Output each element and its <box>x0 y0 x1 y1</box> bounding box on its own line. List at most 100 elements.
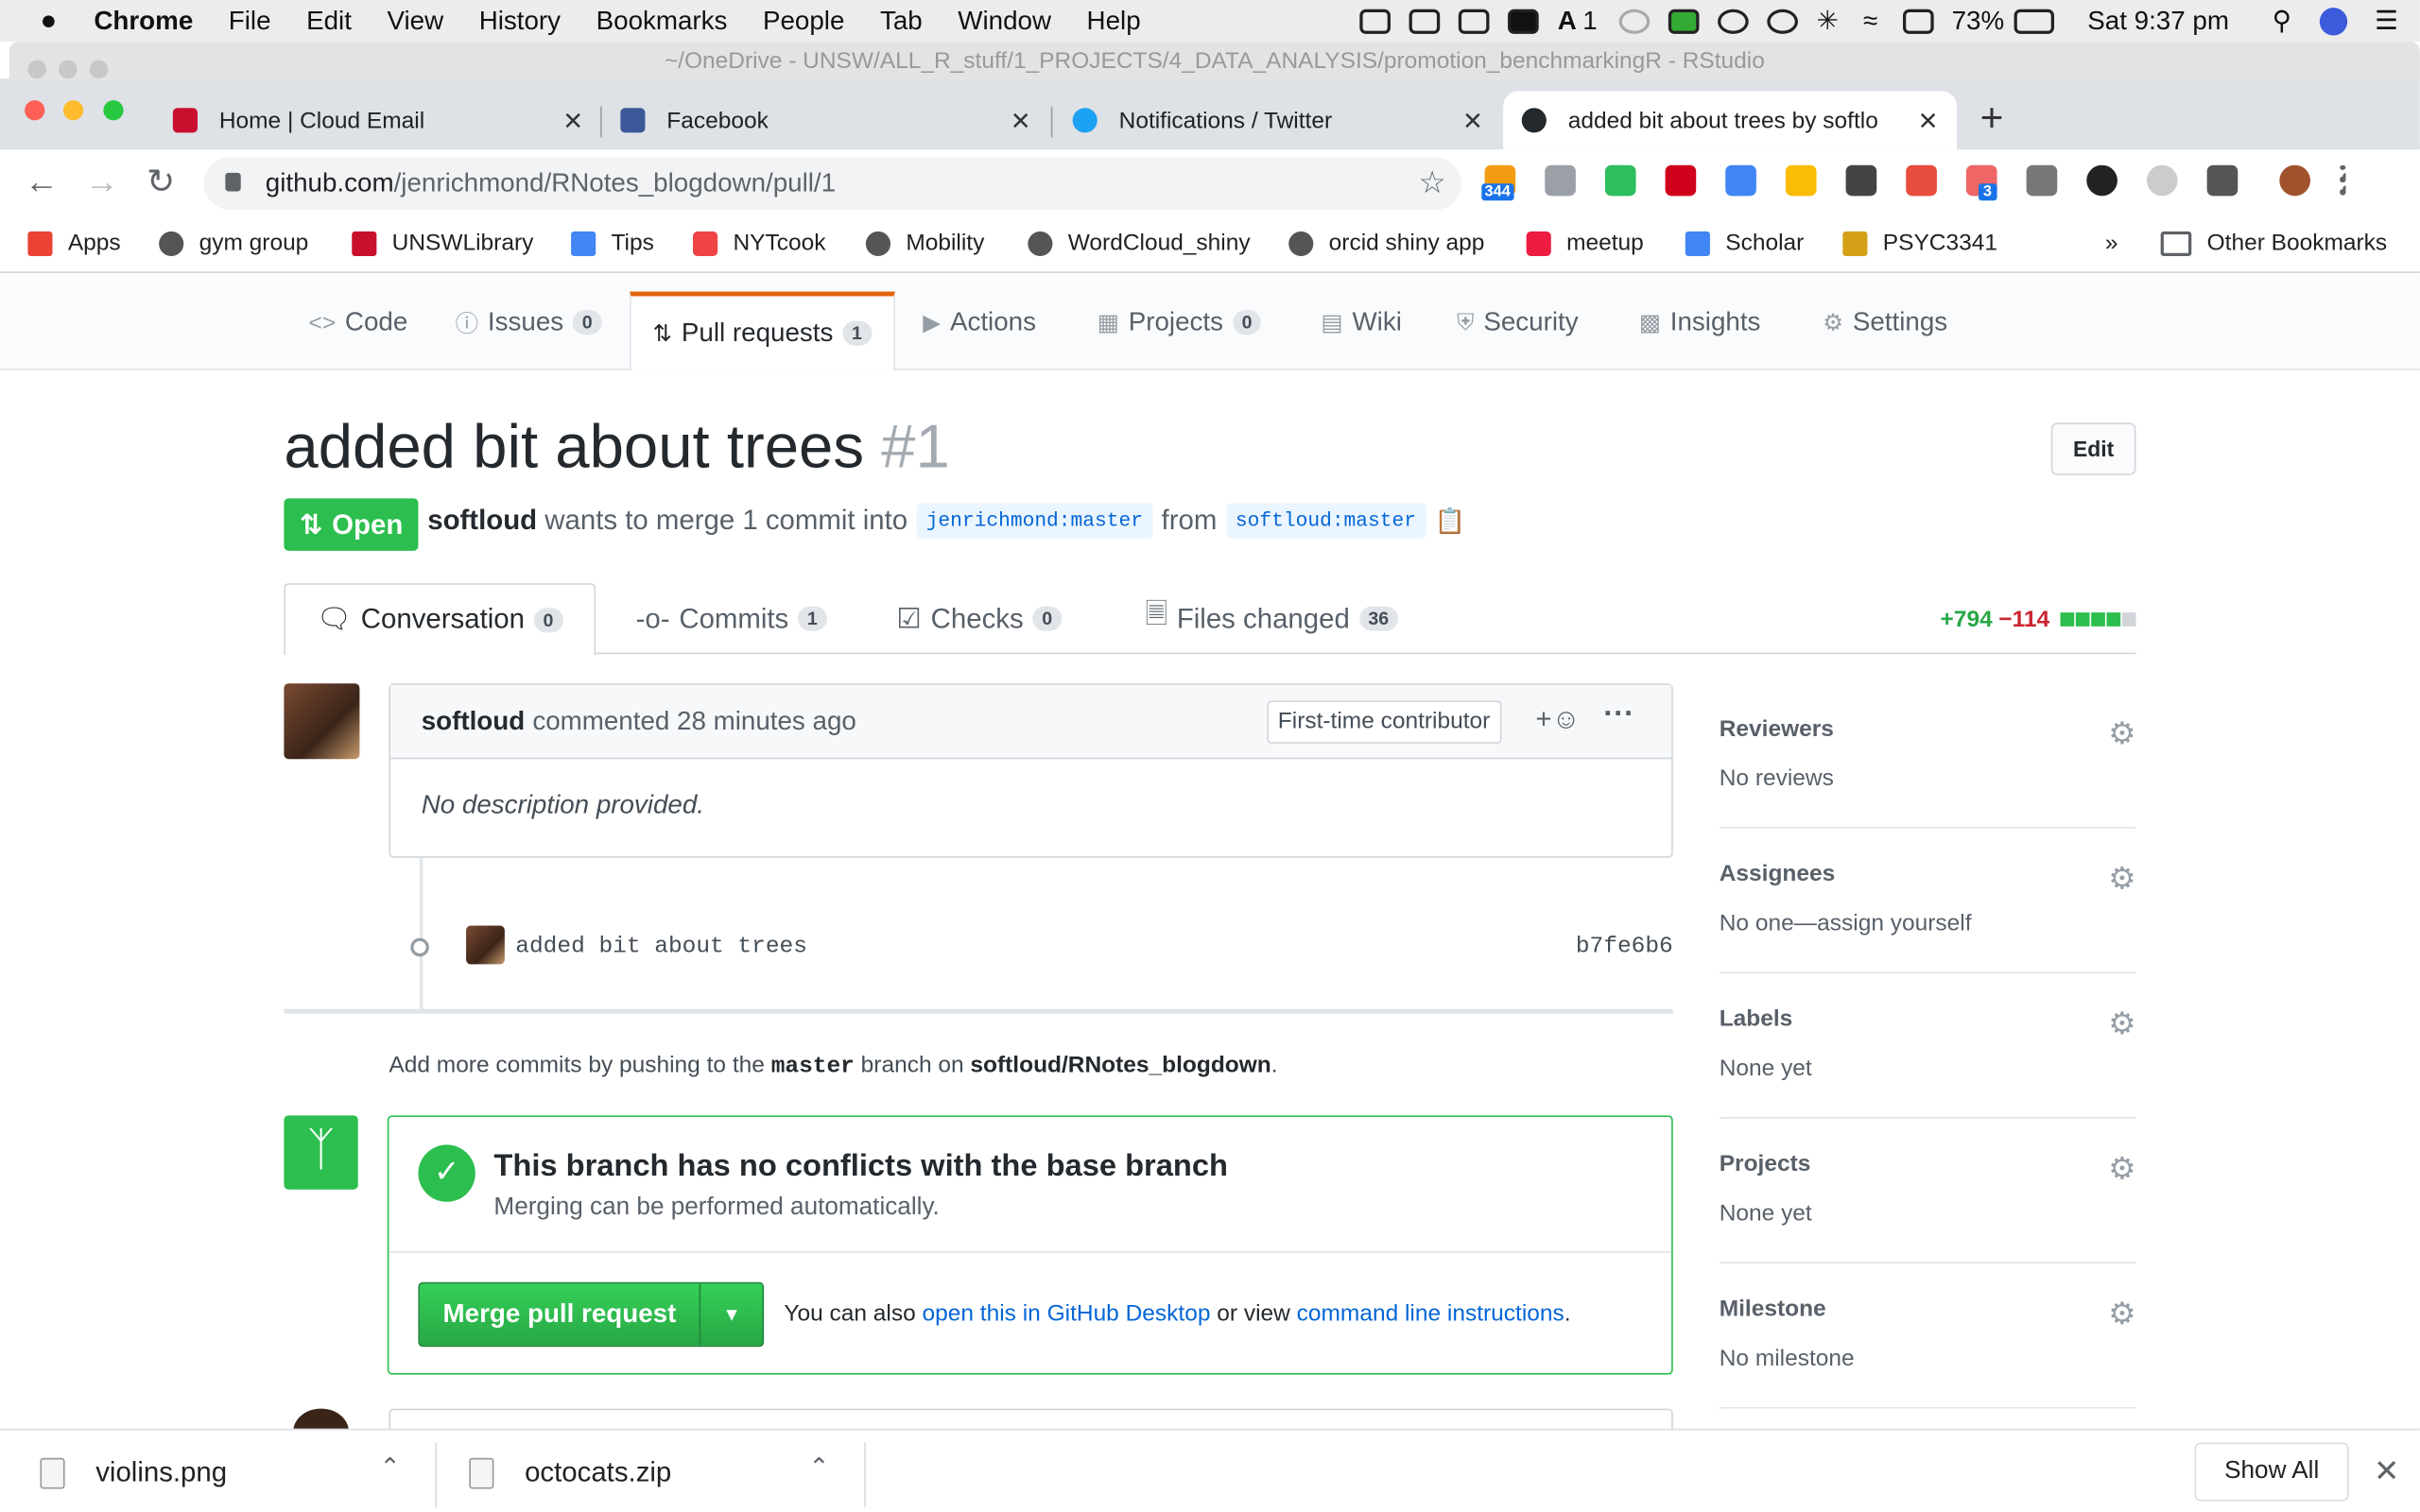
avatar[interactable] <box>284 683 360 760</box>
chevron-up-icon[interactable]: ⌃ <box>808 1452 829 1483</box>
time-machine-icon[interactable] <box>1767 8 1798 34</box>
add-reaction-icon[interactable]: +☺ <box>1535 703 1580 735</box>
menu-file[interactable]: File <box>229 6 271 37</box>
adobe-icon[interactable]: A <box>1558 6 1577 37</box>
repo-tab-insights[interactable]: ▩ Insights <box>1639 275 1761 370</box>
menu-chrome[interactable]: Chrome <box>94 6 193 37</box>
commit-message[interactable]: added bit about trees <box>515 934 807 960</box>
download-item[interactable]: octocats.zip ⌃ <box>469 1430 864 1512</box>
bookmark-apps[interactable]: Apps <box>27 230 121 256</box>
new-tab-button[interactable]: + <box>1980 94 2004 143</box>
forward-button[interactable]: → <box>85 162 119 201</box>
tab-github-pr[interactable]: added bit about trees by softlo ✕ <box>1503 91 1958 150</box>
chrome-menu-icon[interactable] <box>2340 164 2346 197</box>
rainbow-extension-icon[interactable] <box>1785 164 1817 197</box>
spinner-icon[interactable] <box>1618 8 1651 34</box>
gear-icon[interactable]: ⚙ <box>2108 714 2135 753</box>
close-tab-icon[interactable]: ✕ <box>1462 107 1483 138</box>
lock-icon[interactable] <box>225 172 241 192</box>
messenger-icon[interactable] <box>1718 8 1749 34</box>
cloud-icon[interactable] <box>1409 8 1441 34</box>
more-options-icon[interactable]: ··· <box>1603 697 1634 733</box>
avatar[interactable] <box>466 925 505 965</box>
bookmark-meetup[interactable]: meetup <box>1526 230 1644 256</box>
close-icon[interactable]: ✕ <box>2374 1452 2399 1490</box>
repo-tab-security[interactable]: ⛨ Security <box>1457 275 1578 370</box>
clock[interactable]: Sat 9:37 pm <box>2087 6 2229 37</box>
sidebar-value[interactable]: No one—assign yourself <box>1720 910 1972 936</box>
notification-center-icon[interactable]: ☰ <box>2375 6 2398 37</box>
menu-history[interactable]: History <box>479 6 561 37</box>
menu-people[interactable]: People <box>763 6 844 37</box>
search-icon[interactable]: ⚲ <box>2273 6 2291 37</box>
bookmark-orcid-shiny-app[interactable]: orcid shiny app <box>1288 230 1484 256</box>
search-extension-icon[interactable] <box>1545 164 1576 197</box>
mendeley-icon[interactable] <box>1665 164 1697 197</box>
app-icon[interactable] <box>1508 8 1540 34</box>
scholar-extension-icon[interactable] <box>1725 164 1756 197</box>
close-tab-icon[interactable]: ✕ <box>1011 107 1031 138</box>
head-branch-ref[interactable]: softloud:master <box>1226 503 1426 539</box>
menu-edit[interactable]: Edit <box>306 6 352 37</box>
profile-avatar[interactable] <box>2279 164 2311 197</box>
tab-cloud-email[interactable]: Home | Cloud Email ✕ <box>154 91 601 149</box>
pr-author-link[interactable]: softloud <box>427 505 537 537</box>
shield-extension-icon[interactable] <box>1906 164 1937 197</box>
repo-tab-actions[interactable]: ▶ Actions <box>923 275 1036 370</box>
apple-icon[interactable]: ● <box>40 5 57 37</box>
menu-window[interactable]: Window <box>958 6 1051 37</box>
airplay-icon[interactable] <box>1902 8 1933 34</box>
circle-extension-icon[interactable] <box>2086 164 2118 197</box>
merge-options-dropdown[interactable]: ▼ <box>700 1283 762 1345</box>
chat-extension-icon[interactable] <box>2146 164 2178 197</box>
evernote-icon[interactable] <box>1604 164 1636 197</box>
bookmark-unswlibrary[interactable]: UNSWLibrary <box>352 230 533 256</box>
show-all-downloads-button[interactable]: Show All <box>2194 1442 2349 1502</box>
clipboard-icon[interactable]: 📋 <box>1435 506 1466 537</box>
bookmark-nytcook[interactable]: NYTcook <box>693 230 825 256</box>
reload-button[interactable]: ↻ <box>147 162 175 201</box>
repo-tab-settings[interactable]: ⚙ Settings <box>1823 275 1947 370</box>
commit-sha[interactable]: b7fe6b6 <box>1576 934 1673 960</box>
tab-commits[interactable]: -o- Commits 1 <box>636 583 827 654</box>
dropbox-icon[interactable] <box>1359 8 1392 34</box>
merge-pull-request-button[interactable]: Merge pull request <box>420 1283 701 1346</box>
close-window-button[interactable] <box>25 100 45 121</box>
open-github-desktop-link[interactable]: open this in GitHub Desktop <box>923 1300 1211 1327</box>
menu-tab[interactable]: Tab <box>880 6 923 37</box>
tab-facebook[interactable]: Facebook ✕ <box>602 91 1049 149</box>
bookmark-psyc3341[interactable]: PSYC3341 <box>1842 230 1997 256</box>
repo-tab-pull-requests[interactable]: ⇅ Pull requests 1 <box>630 291 895 370</box>
base-branch-ref[interactable]: jenrichmond:master <box>916 503 1152 539</box>
bookmark-other-bookmarks[interactable]: Other Bookmarks <box>2160 230 2387 256</box>
close-tab-icon[interactable]: ✕ <box>1918 107 1939 138</box>
bookmark-mobility[interactable]: Mobility <box>865 230 984 256</box>
document-extension-icon[interactable] <box>2206 164 2238 197</box>
gear-icon[interactable]: ⚙ <box>2108 859 2135 898</box>
upload-icon[interactable] <box>1459 8 1490 34</box>
bluetooth-icon[interactable]: ✳ <box>1817 6 1839 37</box>
download-item[interactable]: violins.png ⌃ <box>40 1430 435 1512</box>
gear-icon[interactable]: ⚙ <box>2108 1149 2135 1188</box>
gear-icon[interactable]: ⚙ <box>2108 1005 2135 1043</box>
address-bar[interactable]: github.com/jenrichmond/RNotes_blogdown/p… <box>203 157 1462 211</box>
command-line-instructions-link[interactable]: command line instructions <box>1297 1300 1564 1327</box>
bookmark-wordcloud-shiny[interactable]: WordCloud_shiny <box>1028 230 1251 256</box>
repo-tab-issues[interactable]: ⓘ Issues 0 <box>456 275 602 370</box>
repo-tab-projects[interactable]: ▦ Projects 0 <box>1098 275 1262 370</box>
zoom-window-button[interactable] <box>103 100 124 121</box>
battery-icon[interactable] <box>2013 8 2054 34</box>
close-tab-icon[interactable]: ✕ <box>562 107 583 138</box>
back-button[interactable]: ← <box>25 162 59 201</box>
vpn-icon[interactable] <box>1668 8 1700 34</box>
gear-icon[interactable]: ⚙ <box>2108 1295 2135 1333</box>
bookmark-star-icon[interactable]: ☆ <box>1418 158 1445 211</box>
repo-tab-wiki[interactable]: ▤ Wiki <box>1322 275 1402 370</box>
rss-extension-icon[interactable]: 344 <box>1481 164 1516 201</box>
bookmark-gym-group[interactable]: gym group <box>159 230 308 256</box>
minimize-window-button[interactable] <box>63 100 84 121</box>
chevron-up-icon[interactable]: ⌃ <box>380 1452 401 1483</box>
tab-twitter[interactable]: Notifications / Twitter ✕ <box>1054 91 1501 149</box>
drive-icon[interactable] <box>2026 164 2058 197</box>
bookmark-extension-icon[interactable]: 3 <box>1965 164 1997 201</box>
